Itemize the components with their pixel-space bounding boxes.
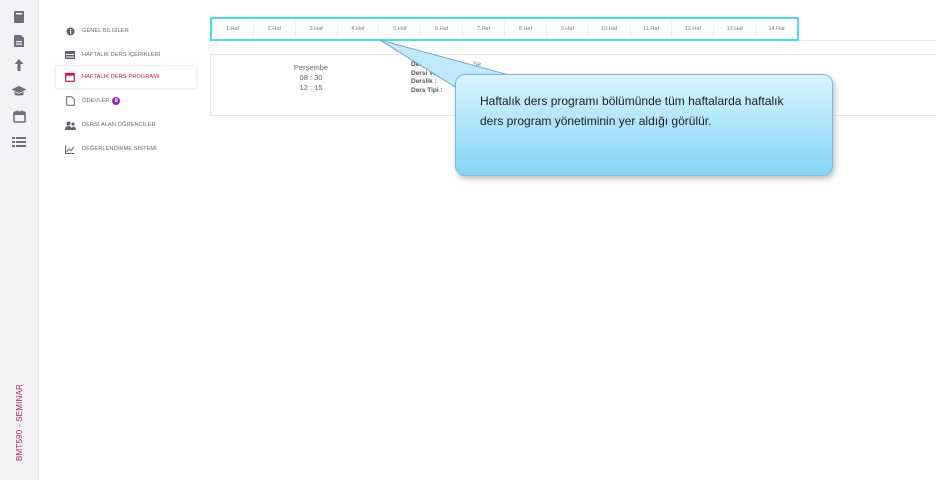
calendar-icon xyxy=(64,71,76,83)
menu-item-evaluation-system[interactable]: DEĞERLENDİRME SİSTEMİ xyxy=(56,138,196,160)
annotation-callout: Haftalık ders programı bölümünde tüm haf… xyxy=(455,74,833,176)
assignments-count-badge: 8 xyxy=(112,97,121,105)
menu-item-label: HAFTALIK DERS PROGRAMI xyxy=(82,74,160,80)
graduation-cap-icon[interactable] xyxy=(11,83,27,99)
schedule-day: Perşembe xyxy=(293,63,329,72)
tab-week-2[interactable]: 2.Haf xyxy=(254,21,296,37)
document-icon[interactable] xyxy=(11,33,27,49)
tab-week-7[interactable]: 7.Haf xyxy=(463,21,506,37)
menu-item-label: HAFTALIK DERS İÇERİKLERİ xyxy=(82,52,161,58)
file-icon xyxy=(64,95,76,107)
table-icon xyxy=(64,49,76,61)
book-icon[interactable] xyxy=(11,9,27,25)
schedule-start: 08 : 30 xyxy=(299,73,323,82)
course-name-value: Se xyxy=(473,61,481,68)
menu-item-weekly-schedule[interactable]: HAFTALIK DERS PROGRAMI xyxy=(56,66,196,88)
menu-item-weekly-contents[interactable]: HAFTALIK DERS İÇERİKLERİ xyxy=(56,44,196,66)
tab-week-10[interactable]: 10.Haf xyxy=(589,21,631,37)
tab-week-1[interactable]: 1.Haf xyxy=(212,21,254,37)
tab-week-4[interactable]: 4.Haf xyxy=(338,21,380,37)
menu-item-label: GENEL BİLGİLER xyxy=(82,28,129,34)
course-menu: GENEL BİLGİLER HAFTALIK DERS İÇERİKLERİ … xyxy=(56,16,196,166)
tab-week-9[interactable]: 9.Haf xyxy=(547,21,589,37)
schedule-time: Perşembe 08 : 30 12 : 15 xyxy=(271,63,351,93)
callout-text: Haftalık ders programı bölümünde tüm haf… xyxy=(480,94,784,128)
tabs-divider xyxy=(799,40,936,41)
tab-week-6[interactable]: 6.Haf xyxy=(421,21,464,37)
chart-icon xyxy=(64,143,76,155)
menu-item-enrolled-students[interactable]: DERSİ ALAN ÖĞRENCİLER xyxy=(56,114,196,136)
menu-item-general-info[interactable]: GENEL BİLGİLER xyxy=(56,20,196,42)
menu-item-label: ÖDEVLER xyxy=(82,98,110,104)
menu-item-assignments[interactable]: ÖDEVLER 8 xyxy=(56,90,196,112)
tab-week-14[interactable]: 14.Haf xyxy=(756,21,797,37)
upload-arrow-icon[interactable] xyxy=(11,57,27,73)
tab-week-13[interactable]: 13.Haf xyxy=(714,21,757,37)
tab-week-11[interactable]: 11.Haf xyxy=(631,21,673,37)
users-icon xyxy=(64,119,76,131)
tab-week-3[interactable]: 3.Haf xyxy=(296,21,338,37)
course-code-label: BMT590 - SEMINAR xyxy=(4,372,34,472)
list-icon[interactable] xyxy=(11,134,27,150)
tab-week-12[interactable]: 12.Haf xyxy=(672,21,715,37)
tab-week-8[interactable]: 8.Haf xyxy=(505,21,547,37)
info-icon xyxy=(64,25,76,37)
icon-rail: BMT590 - SEMINAR xyxy=(0,0,39,480)
week-tabs: 1.Haf 2.Haf 3.Haf 4.Haf 5.Haf 6.Haf 7.Ha… xyxy=(210,17,799,41)
tab-week-5[interactable]: 5.Haf xyxy=(379,21,422,37)
calendar-icon[interactable] xyxy=(11,108,27,124)
menu-item-label: DEĞERLENDİRME SİSTEMİ xyxy=(82,146,157,152)
course-code-text: BMT590 - SEMINAR xyxy=(14,383,24,461)
menu-item-label: DERSİ ALAN ÖĞRENCİLER xyxy=(82,122,156,128)
schedule-end: 12 : 15 xyxy=(299,83,323,92)
